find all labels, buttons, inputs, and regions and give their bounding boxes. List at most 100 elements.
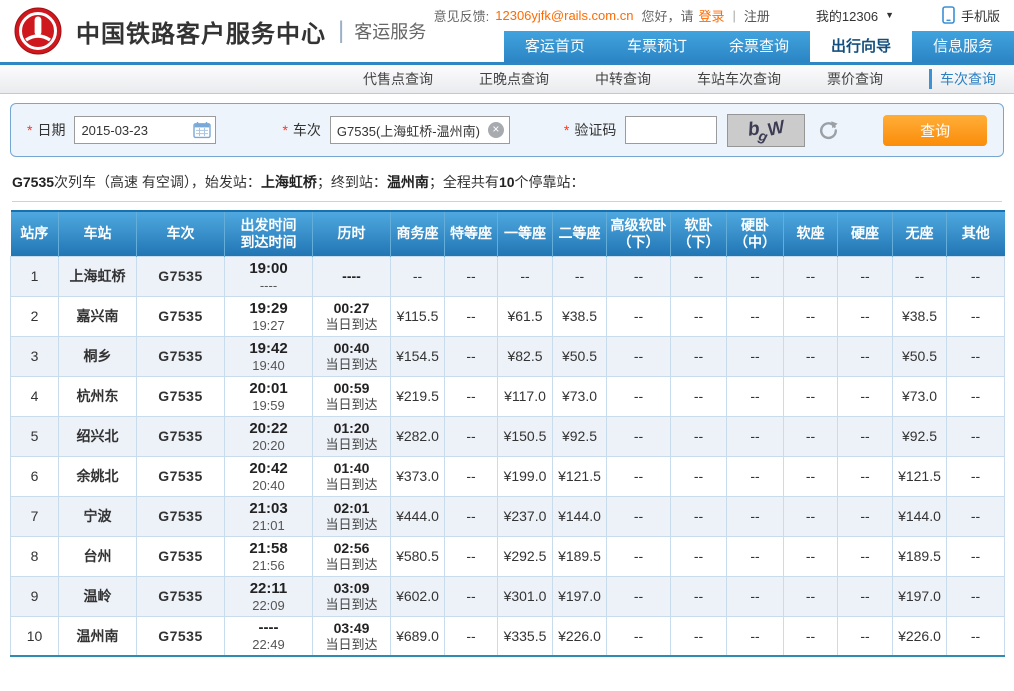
my-12306-label: 我的12306 xyxy=(816,6,878,25)
fare-cell: -- xyxy=(727,416,784,456)
fare-cell: -- xyxy=(445,256,498,296)
required-marker: * xyxy=(564,122,569,138)
login-link[interactable]: 登录 xyxy=(698,6,724,25)
fare-cell: -- xyxy=(784,456,838,496)
subnav-item[interactable]: 中转查询 xyxy=(595,69,651,89)
fare-cell: -- xyxy=(784,296,838,336)
greeting-text: 您好，请 xyxy=(641,6,693,25)
fare-cell: ¥219.5 xyxy=(391,376,445,416)
feedback-email-link[interactable]: 12306yjfk@rails.com.cn xyxy=(495,8,633,23)
column-header: 高级软卧 （下） xyxy=(607,211,671,256)
fare-cell: -- xyxy=(947,536,1005,576)
fare-cell: ¥197.0 xyxy=(893,576,947,616)
calendar-icon[interactable] xyxy=(193,121,211,139)
refresh-captcha-icon[interactable] xyxy=(818,120,839,141)
time-cell: 19:00---- xyxy=(225,256,313,296)
fare-cell: -- xyxy=(671,296,727,336)
my-12306-dropdown[interactable]: 我的12306 ▼ xyxy=(816,6,894,25)
subnav-item[interactable]: 代售点查询 xyxy=(363,69,433,89)
date-input[interactable] xyxy=(75,117,193,143)
summary-origin: 上海虹桥 xyxy=(261,174,317,190)
sub-nav: 代售点查询 正晚点查询 中转查询 车站车次查询 票价查询 车次查询 xyxy=(0,65,1014,94)
depart-time: 20:42 xyxy=(225,459,312,478)
depart-time: 19:29 xyxy=(225,299,312,318)
arrive-time: 20:40 xyxy=(225,478,312,494)
fare-cell: ¥121.5 xyxy=(893,456,947,496)
subnav-item[interactable]: 车次查询 xyxy=(929,69,996,89)
fare-cell: -- xyxy=(671,336,727,376)
mobile-version-link[interactable]: 手机版 xyxy=(942,6,1000,25)
captcha-image[interactable]: bgW xyxy=(727,114,805,147)
table-row: 10温州南G7535----22:4903:49当日到达¥689.0--¥335… xyxy=(11,616,1005,656)
fare-cell: -- xyxy=(607,496,671,536)
fare-cell: ¥144.0 xyxy=(553,496,607,536)
fare-cell: ¥689.0 xyxy=(391,616,445,656)
schedule-body: 1上海虹桥G753519:00-------------------------… xyxy=(11,256,1005,656)
table-row: 7宁波G753521:0321:0102:01当日到达¥444.0--¥237.… xyxy=(11,496,1005,536)
station-name: 绍兴北 xyxy=(59,416,137,456)
nav-tab[interactable]: 信息服务 xyxy=(912,31,1014,62)
fare-cell: -- xyxy=(445,496,498,536)
fare-cell: -- xyxy=(445,416,498,456)
time-cell: 19:2919:27 xyxy=(225,296,313,336)
arrive-time: ---- xyxy=(225,278,312,294)
main-content: * 日期 * 车次 × * 验证码 xyxy=(0,95,1014,657)
train-input-wrap: × xyxy=(330,116,510,144)
fare-cell: ¥92.5 xyxy=(553,416,607,456)
column-header: 软卧 （下） xyxy=(671,211,727,256)
mobile-version-label: 手机版 xyxy=(961,6,1000,25)
fare-cell: -- xyxy=(727,456,784,496)
arrive-time: 19:27 xyxy=(225,318,312,334)
fare-cell: -- xyxy=(838,616,893,656)
column-header: 二等座 xyxy=(553,211,607,256)
fare-cell: -- xyxy=(947,336,1005,376)
subnav-item[interactable]: 正晚点查询 xyxy=(479,69,549,89)
train-number: G7535 xyxy=(137,576,225,616)
register-link[interactable]: 注册 xyxy=(744,6,770,25)
fare-cell: -- xyxy=(893,256,947,296)
summary-text-4: 个停靠站： xyxy=(515,174,585,190)
fare-cell: -- xyxy=(391,256,445,296)
column-header: 历时 xyxy=(313,211,391,256)
summary-text-3: ；全程共有 xyxy=(429,174,499,190)
fare-cell: -- xyxy=(445,456,498,496)
nav-tab[interactable]: 车票预订 xyxy=(606,31,708,62)
fare-cell: -- xyxy=(947,376,1005,416)
brand: 中国铁路客户服务中心 | 客运服务 xyxy=(14,7,426,55)
station-seq: 3 xyxy=(11,336,59,376)
subnav-item[interactable]: 车站车次查询 xyxy=(697,69,781,89)
clear-input-icon[interactable]: × xyxy=(488,122,504,138)
nav-tab[interactable]: 出行向导 xyxy=(810,31,912,62)
fare-cell: -- xyxy=(607,616,671,656)
fare-cell: -- xyxy=(838,496,893,536)
china-railway-logo-icon[interactable] xyxy=(14,7,62,55)
fare-cell: ¥226.0 xyxy=(893,616,947,656)
column-header: 其他 xyxy=(947,211,1005,256)
fare-cell: ¥117.0 xyxy=(498,376,553,416)
nav-tab[interactable]: 客运首页 xyxy=(504,31,606,62)
nav-tab[interactable]: 余票查询 xyxy=(708,31,810,62)
train-field-group: * 车次 × xyxy=(282,116,509,144)
duration: 00:27 xyxy=(313,299,390,317)
fare-cell: ¥373.0 xyxy=(391,456,445,496)
fare-cell: -- xyxy=(445,616,498,656)
duration: 01:40 xyxy=(313,459,390,477)
table-row: 5绍兴北G753520:2220:2001:20当日到达¥282.0--¥150… xyxy=(11,416,1005,456)
station-seq: 10 xyxy=(11,616,59,656)
train-input[interactable] xyxy=(331,117,488,143)
depart-time: 21:58 xyxy=(225,539,312,558)
fare-cell: -- xyxy=(445,536,498,576)
duration-cell: 00:27当日到达 xyxy=(313,296,391,336)
column-header: 无座 xyxy=(893,211,947,256)
search-button[interactable]: 查询 xyxy=(883,115,987,146)
arrive-note: 当日到达 xyxy=(313,557,390,573)
summary-destination: 温州南 xyxy=(387,174,429,190)
time-cell: 20:0119:59 xyxy=(225,376,313,416)
arrive-time: 19:59 xyxy=(225,398,312,414)
captcha-input[interactable] xyxy=(626,117,716,143)
fare-cell: -- xyxy=(947,416,1005,456)
time-cell: 19:4219:40 xyxy=(225,336,313,376)
duration: 02:01 xyxy=(313,499,390,517)
fare-cell: -- xyxy=(445,296,498,336)
subnav-item[interactable]: 票价查询 xyxy=(827,69,883,89)
